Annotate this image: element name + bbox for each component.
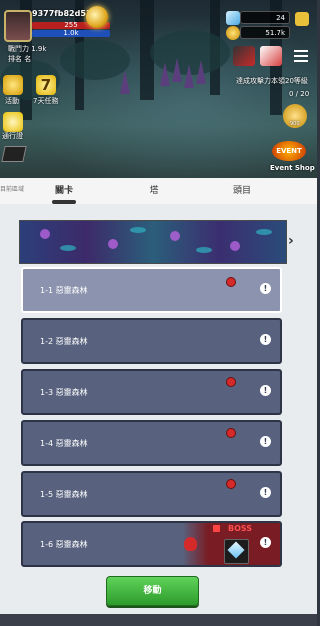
gold-icon [226, 26, 240, 40]
gem-icon [226, 11, 240, 25]
diamond-icon [227, 541, 245, 559]
info-icon[interactable]: ! [260, 334, 271, 345]
quest-progress: 0 / 20 [289, 90, 310, 98]
tab-tower[interactable]: 塔 [130, 178, 178, 204]
stage-label: 1-3 惡靈森林 [40, 388, 88, 397]
footer-strip [0, 614, 317, 626]
info-icon[interactable]: ! [260, 487, 271, 498]
stage-label: 1-1 惡靈森林 [40, 286, 88, 295]
boss-badge: BOSS [228, 524, 253, 533]
rank-label: 排名 名 [8, 55, 32, 63]
side-button-label: 7天任務 [33, 97, 59, 105]
quest-text: 達成攻擊力本領20等級 [236, 77, 308, 85]
stage-label: 1-5 惡靈森林 [40, 490, 88, 499]
info-icon[interactable]: ! [260, 436, 271, 447]
mp-value: 1.0k [63, 29, 79, 37]
tab-indicator [52, 200, 76, 204]
area-banner [19, 220, 287, 264]
stage-label: 1-6 惡靈森林 [40, 540, 88, 549]
info-icon[interactable]: ! [260, 283, 271, 294]
skull-icon [227, 278, 235, 286]
stage-row-1-5[interactable]: 1-5 惡靈森林 ! [21, 471, 282, 517]
info-icon[interactable]: ! [260, 537, 271, 548]
quest-coin-value: 900 [290, 121, 300, 127]
tab-boss[interactable]: 頭目 [218, 178, 266, 204]
stage-row-1-1[interactable]: 1-1 惡靈森林 ! [21, 267, 282, 313]
seven-day-icon[interactable]: 7 [36, 75, 56, 95]
gift-icon[interactable] [233, 46, 255, 66]
info-icon[interactable]: ! [260, 385, 271, 396]
stage-label: 1-2 惡靈森林 [40, 337, 88, 346]
stage-row-1-2[interactable]: 1-2 惡靈森林 ! [21, 318, 282, 364]
menu-icon[interactable] [294, 50, 308, 62]
event-trophy-icon[interactable] [3, 75, 23, 95]
event-shop-label[interactable]: Event Shop [270, 164, 315, 172]
lock-icon [213, 525, 220, 532]
skull-icon [227, 480, 235, 488]
next-area-arrow-icon[interactable]: › [288, 233, 294, 249]
stage-row-1-6[interactable]: 1-6 惡靈森林 BOSS ! [21, 521, 282, 567]
move-button[interactable]: 移動 [106, 576, 199, 606]
helmet-icon[interactable] [295, 12, 309, 26]
pass-icon[interactable] [3, 112, 23, 132]
area-label: 目前區域 [0, 186, 25, 193]
side-button-label: 活動 [5, 97, 19, 105]
gold-count: 51.7k [240, 26, 290, 39]
mp-bar: 1.0k [32, 29, 110, 37]
stage-row-1-3[interactable]: 1-3 惡靈森林 ! [21, 369, 282, 415]
skull-icon [227, 429, 235, 437]
skull-icon [227, 378, 235, 386]
gold-orb-icon [86, 6, 108, 28]
tab-bar: 關卡 塔 頭目 [0, 178, 317, 204]
player-avatar[interactable] [4, 10, 32, 42]
power-label: 戰鬥力 1.9k [8, 45, 47, 53]
vip-badge-icon[interactable] [1, 146, 27, 162]
reward-gem-box [224, 539, 249, 564]
gem-count: 24 [240, 11, 290, 24]
mail-icon[interactable] [260, 46, 282, 66]
stage-label: 1-4 惡靈森林 [40, 439, 88, 448]
event-badge[interactable]: EVENT [272, 141, 306, 161]
boss-skull-icon [184, 537, 197, 551]
stage-row-1-4[interactable]: 1-4 惡靈森林 ! [21, 420, 282, 466]
side-button-label: 通行證 [2, 132, 23, 140]
